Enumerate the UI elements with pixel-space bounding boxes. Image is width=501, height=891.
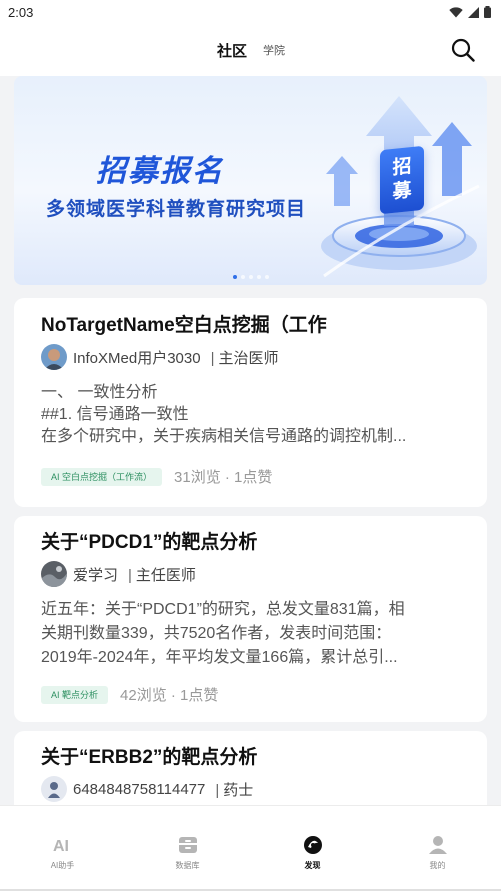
ai-assistant-icon: AI — [52, 834, 74, 856]
post-card[interactable]: NoTargetName空白点挖掘（工作 InfoXMed用户3030 主治医师… — [14, 298, 487, 507]
banner-badge-line2: 募 — [392, 180, 412, 204]
top-bar: 社区 学院 — [0, 24, 501, 76]
avatar — [41, 776, 67, 802]
status-icons — [449, 6, 491, 18]
discover-icon — [302, 834, 324, 856]
search-button[interactable] — [449, 36, 477, 64]
post-excerpt: 近五年：关于“PDCD1”的研究，总发文量831篇，相 关期刊数量339，共75… — [41, 598, 461, 670]
tab-community[interactable]: 社区 — [217, 40, 247, 61]
carousel-dot[interactable] — [233, 275, 237, 279]
nav-label: 我的 — [429, 861, 446, 870]
post-tag[interactable]: AI 空白点挖掘（工作流） — [41, 467, 163, 486]
author-name: 爱学习 — [73, 566, 119, 584]
database-icon — [177, 834, 199, 856]
profile-icon — [427, 834, 449, 856]
svg-text:AI: AI — [53, 838, 69, 854]
nav-label: AI助手 — [50, 861, 75, 870]
banner-title: 招募报名 — [96, 155, 224, 188]
carousel-dot[interactable] — [249, 275, 253, 279]
author-row[interactable]: 6484848758114477 药士 — [41, 776, 253, 802]
carousel-dot[interactable] — [241, 275, 245, 279]
nav-label: 数据库 — [175, 861, 200, 870]
excerpt-line: 近五年：关于“PDCD1”的研究，总发文量831篇，相 — [41, 601, 405, 618]
banner-subtitle: 多领域医学科普教育研究项目 — [46, 199, 307, 220]
banner-badge-line1: 招 — [392, 156, 412, 180]
carousel-dots — [233, 275, 269, 279]
search-icon — [451, 38, 475, 62]
avatar — [41, 344, 67, 370]
post-meta: AI 靶点分析 42浏览 · 1点赞 — [41, 684, 218, 705]
battery-icon — [484, 6, 491, 18]
post-stats: 42浏览 · 1点赞 — [120, 687, 219, 704]
feed: 招募报名 多领域医学科普教育研究项目 招 募 NoTargetName空白点挖掘… — [0, 76, 501, 805]
status-time: 2:03 — [8, 4, 34, 20]
recruitment-banner[interactable]: 招募报名 多领域医学科普教育研究项目 招 募 — [14, 76, 487, 285]
author-role: 主治医师 — [211, 347, 278, 368]
nav-discover[interactable]: 发现 — [250, 806, 375, 891]
post-stats: 31浏览 · 1点赞 — [174, 469, 273, 486]
status-bar: 2:03 — [0, 0, 501, 24]
excerpt-line: ##1. 信号通路一致性 — [41, 406, 189, 423]
excerpt-line: 在多个研究中，关于疾病相关信号通路的调控机制... — [41, 428, 407, 445]
excerpt-line: 关期刊数量339，共7520名作者，发表时间范围： — [41, 625, 392, 642]
nav-database[interactable]: 数据库 — [125, 806, 250, 891]
signal-icon — [468, 6, 479, 18]
bottom-nav: AI AI助手 数据库 发现 我的 — [0, 805, 501, 891]
carousel-dot[interactable] — [265, 275, 269, 279]
nav-ai-assistant[interactable]: AI AI助手 — [0, 806, 125, 891]
banner-badge: 招 募 — [380, 145, 424, 215]
post-title: 关于“PDCD1”的靶点分析 — [41, 532, 258, 553]
wifi-icon — [449, 6, 463, 17]
post-meta: AI 空白点挖掘（工作流） 31浏览 · 1点赞 — [41, 466, 272, 487]
post-card[interactable]: 关于“PDCD1”的靶点分析 爱学习 主任医师 近五年：关于“PDCD1”的研究… — [14, 516, 487, 722]
author-role: 主任医师 — [128, 564, 196, 585]
avatar — [41, 561, 67, 587]
post-excerpt: 一、 一致性分析 ##1. 信号通路一致性 在多个研究中，关于疾病相关信号通路的… — [41, 382, 461, 448]
tab-academy[interactable]: 学院 — [263, 42, 285, 58]
author-row[interactable]: 爱学习 主任医师 — [41, 561, 196, 587]
author-role: 药士 — [215, 779, 253, 800]
carousel-dot[interactable] — [257, 275, 261, 279]
post-tag[interactable]: AI 靶点分析 — [41, 685, 109, 704]
post-card[interactable]: 关于“ERBB2”的靶点分析 6484848758114477 药士 — [14, 731, 487, 805]
author-row[interactable]: InfoXMed用户3030 主治医师 — [41, 344, 279, 370]
nav-profile[interactable]: 我的 — [375, 806, 500, 891]
nav-label: 发现 — [304, 861, 321, 870]
excerpt-line: 2019年-2024年，年平均发文量166篇，累计总引... — [41, 649, 398, 666]
author-name: InfoXMed用户3030 — [73, 349, 201, 367]
excerpt-line: 一、 一致性分析 — [41, 384, 158, 401]
author-name: 6484848758114477 — [73, 780, 206, 798]
post-title: NoTargetName空白点挖掘（工作 — [41, 315, 327, 336]
post-title: 关于“ERBB2”的靶点分析 — [41, 747, 258, 768]
